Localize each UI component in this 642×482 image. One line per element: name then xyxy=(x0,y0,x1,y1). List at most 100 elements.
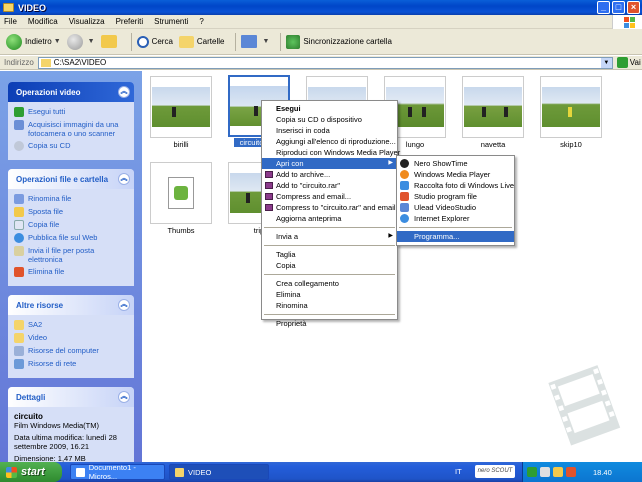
address-input[interactable]: C:\SA2\VIDEO ▼ xyxy=(37,56,613,69)
menu-item-refresh-preview[interactable]: Aggiorna anteprima xyxy=(262,213,397,224)
open-with-choose-program[interactable]: Programma... xyxy=(397,231,514,242)
menu-item-compress-rar-email[interactable]: Compress to "circuito.rar" and email xyxy=(262,202,397,213)
network-icon xyxy=(14,359,24,369)
start-button[interactable]: start xyxy=(0,462,62,482)
chevron-down-icon[interactable]: ▼ xyxy=(262,38,269,45)
detail-type: Film Windows Media(TM) xyxy=(14,421,100,430)
menu-item-open-with[interactable]: Apri con ▶ xyxy=(262,158,397,169)
task-copy-file[interactable]: Copia file xyxy=(14,220,128,230)
search-button[interactable]: Cerca xyxy=(136,35,173,48)
task-play-all[interactable]: Esegui tutti xyxy=(14,107,128,117)
task-acquire-images[interactable]: Acquisisci immagini da una fotocamera o … xyxy=(14,120,128,138)
chevron-down-icon[interactable]: ▼ xyxy=(54,38,61,45)
close-button[interactable]: × xyxy=(627,1,640,14)
taskbar-item-video[interactable]: VIDEO xyxy=(169,464,269,480)
maximize-button[interactable]: □ xyxy=(612,1,625,14)
menu-item-play[interactable]: Esegui xyxy=(262,103,397,114)
go-label: Vai xyxy=(629,58,641,67)
menu-item-play-with-wmp[interactable]: Riproduci con Windows Media Player xyxy=(262,147,400,158)
open-with-photo-gallery[interactable]: Raccolta foto di Windows Live xyxy=(397,180,514,191)
other-places-panel: Altre risorse ︽ SA2 Video Risorse del co… xyxy=(8,295,134,378)
details-header[interactable]: Dettagli ︽ xyxy=(8,387,134,407)
folders-label: Cartelle xyxy=(196,37,225,46)
menu-item-compress-email[interactable]: Compress and email... xyxy=(262,191,397,202)
menu-preferiti[interactable]: Preferiti xyxy=(116,17,144,26)
open-with-ie[interactable]: Internet Explorer xyxy=(397,213,514,224)
tray-arrow-icon[interactable] xyxy=(527,467,537,477)
menu-help[interactable]: ? xyxy=(199,17,203,26)
menu-item-properties[interactable]: Proprietà xyxy=(262,318,397,329)
go-button[interactable]: Vai xyxy=(616,57,641,68)
menu-item-add-to-rar[interactable]: Add to "circuito.rar" xyxy=(262,180,397,191)
menu-item-add-to-archive[interactable]: Add to archive... xyxy=(262,169,397,180)
task-rename-file[interactable]: Rinomina file xyxy=(14,194,128,204)
language-indicator[interactable]: IT xyxy=(455,467,462,476)
nero-scout-badge[interactable]: nero SCOUT xyxy=(475,465,515,478)
file-tasks-title: Operazioni file e cartella xyxy=(16,174,109,184)
menu-item-add-to-playlist[interactable]: Aggiungi all'elenco di riproduzione... xyxy=(262,136,397,147)
place-sa2[interactable]: SA2 xyxy=(14,320,128,330)
file-label[interactable]: navetta xyxy=(458,140,528,149)
tray-network-icon[interactable] xyxy=(540,467,550,477)
menu-file[interactable]: File xyxy=(4,17,17,26)
menu-item-send-to[interactable]: Invia a ▶ xyxy=(262,231,397,242)
sync-button[interactable]: Sincronizzazione cartella xyxy=(286,34,392,49)
taskbar-item-word[interactable]: Documento1 - Micros... xyxy=(70,463,165,481)
menu-item-enqueue[interactable]: Inserisci in coda xyxy=(262,125,397,136)
play-icon xyxy=(14,107,24,117)
file-thumbnail[interactable] xyxy=(540,76,602,138)
chevron-down-icon[interactable]: ▼ xyxy=(88,38,95,45)
menu-visualizza[interactable]: Visualizza xyxy=(69,17,105,26)
file-label[interactable]: birilli xyxy=(146,140,216,149)
open-with-studio-program[interactable]: Studio program file xyxy=(397,191,514,202)
tray-security-icon[interactable] xyxy=(566,467,576,477)
open-with-wmp[interactable]: Windows Media Player xyxy=(397,169,514,180)
place-my-computer[interactable]: Risorse del computer xyxy=(14,346,128,356)
menu-bar: File Modifica Visualizza Preferiti Strum… xyxy=(0,15,642,29)
folder-icon xyxy=(175,467,184,477)
video-thumbnail-image xyxy=(542,87,600,127)
file-thumbnail[interactable] xyxy=(462,76,524,138)
file-thumbnail[interactable] xyxy=(150,76,212,138)
menu-item-cut[interactable]: Taglia xyxy=(262,249,397,260)
task-email-file[interactable]: Invia il file per posta elettronica xyxy=(14,246,128,264)
address-bar: Indirizzo C:\SA2\VIDEO ▼ Vai xyxy=(0,56,642,70)
clock[interactable]: 18.40 xyxy=(593,468,612,477)
tray-volume-icon[interactable] xyxy=(553,467,563,477)
back-button[interactable]: Indietro ▼ xyxy=(6,33,61,50)
menu-item-create-shortcut[interactable]: Crea collegamento xyxy=(262,278,397,289)
place-network[interactable]: Risorse di rete xyxy=(14,359,128,369)
minimize-button[interactable]: _ xyxy=(597,1,610,14)
task-move-file[interactable]: Sposta file xyxy=(14,207,128,217)
views-button[interactable]: ▼ xyxy=(241,35,269,48)
task-publish-web[interactable]: Pubblica file sul Web xyxy=(14,233,128,243)
collapse-icon[interactable]: ︽ xyxy=(118,86,130,98)
chevron-down-icon[interactable]: ▼ xyxy=(600,57,612,68)
place-video[interactable]: Video xyxy=(14,333,128,343)
collapse-icon[interactable]: ︽ xyxy=(118,391,130,403)
menu-item-delete[interactable]: Elimina xyxy=(262,289,397,300)
toolbar: Indietro ▼ ▼ Cerca Cartelle ▼ Sincronizz… xyxy=(0,29,642,55)
file-label[interactable]: Thumbs xyxy=(146,226,216,235)
menu-modifica[interactable]: Modifica xyxy=(28,17,58,26)
other-places-header[interactable]: Altre risorse ︽ xyxy=(8,295,134,315)
menu-strumenti[interactable]: Strumenti xyxy=(154,17,188,26)
file-label[interactable]: skip10 xyxy=(536,140,606,149)
task-delete-file[interactable]: Elimina file xyxy=(14,267,128,277)
file-thumbnail[interactable] xyxy=(150,162,212,224)
forward-button[interactable]: ▼ xyxy=(66,33,95,50)
open-with-ulead[interactable]: Ulead VideoStudio xyxy=(397,202,514,213)
up-button[interactable] xyxy=(100,35,120,48)
menu-item-copy[interactable]: Copia xyxy=(262,260,397,271)
menu-item-rename[interactable]: Rinomina xyxy=(262,300,397,311)
folders-button[interactable]: Cartelle xyxy=(178,35,225,48)
collapse-icon[interactable]: ︽ xyxy=(118,173,130,185)
open-with-nero-showtime[interactable]: Nero ShowTime xyxy=(397,158,514,169)
menu-item-copy-to-cd[interactable]: Copia su CD o dispositivo xyxy=(262,114,397,125)
title-bar[interactable]: VIDEO _ □ × xyxy=(0,0,642,15)
collapse-icon[interactable]: ︽ xyxy=(118,299,130,311)
task-pane: Operazioni video ︽ Esegui tutti Acquisis… xyxy=(0,71,142,462)
file-tasks-header[interactable]: Operazioni file e cartella ︽ xyxy=(8,169,134,189)
video-tasks-header[interactable]: Operazioni video ︽ xyxy=(8,82,134,102)
task-copy-to-cd[interactable]: Copia su CD xyxy=(14,141,128,151)
